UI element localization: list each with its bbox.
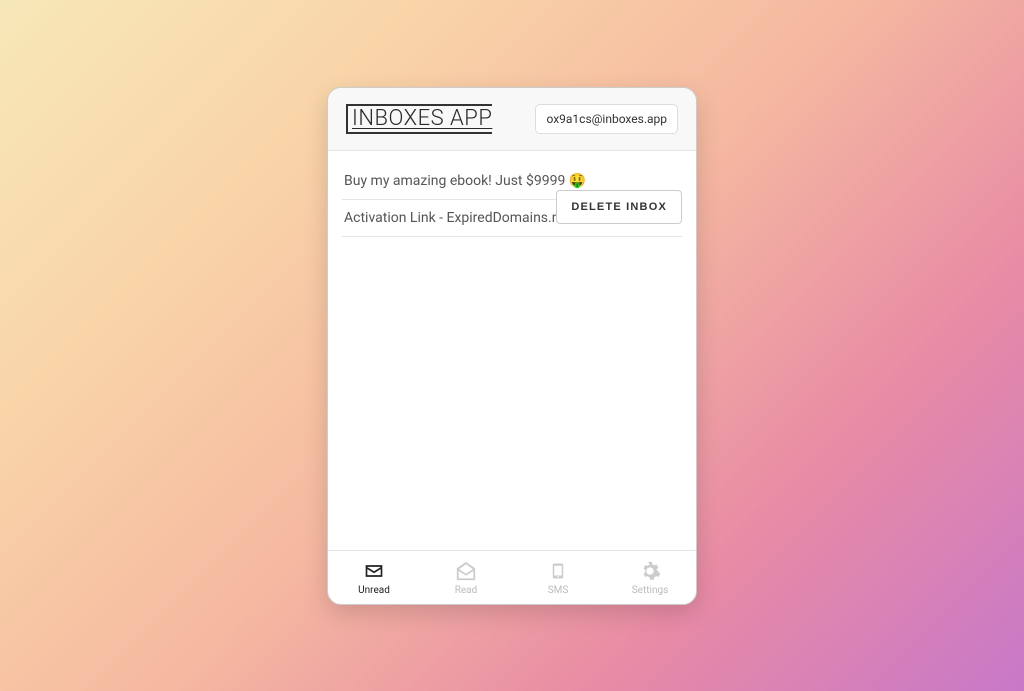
tab-label: Settings [632, 585, 669, 596]
tab-bar: Unread Read SMS Settings [328, 550, 696, 604]
tab-settings[interactable]: Settings [604, 551, 696, 604]
tab-sms[interactable]: SMS [512, 551, 604, 604]
logo-text: INBOXES APP [352, 108, 492, 130]
envelope-open-icon [454, 559, 478, 583]
header: INBOXES APP ox9a1cs@inboxes.app [328, 88, 696, 151]
tab-read[interactable]: Read [420, 551, 512, 604]
email-address-pill[interactable]: ox9a1cs@inboxes.app [535, 104, 678, 134]
delete-inbox-button[interactable]: DELETE INBOX [556, 190, 682, 224]
message-list: Buy my amazing ebook! Just $9999 🤑 Activ… [328, 151, 696, 550]
phone-icon [546, 559, 570, 583]
tab-unread[interactable]: Unread [328, 551, 420, 604]
app-logo: INBOXES APP [346, 104, 492, 134]
app-card: INBOXES APP ox9a1cs@inboxes.app Buy my a… [327, 87, 697, 605]
tab-label: SMS [548, 585, 569, 596]
gear-icon [638, 559, 662, 583]
tab-label: Read [455, 585, 478, 596]
envelope-closed-icon [362, 559, 386, 583]
tab-label: Unread [358, 585, 390, 596]
